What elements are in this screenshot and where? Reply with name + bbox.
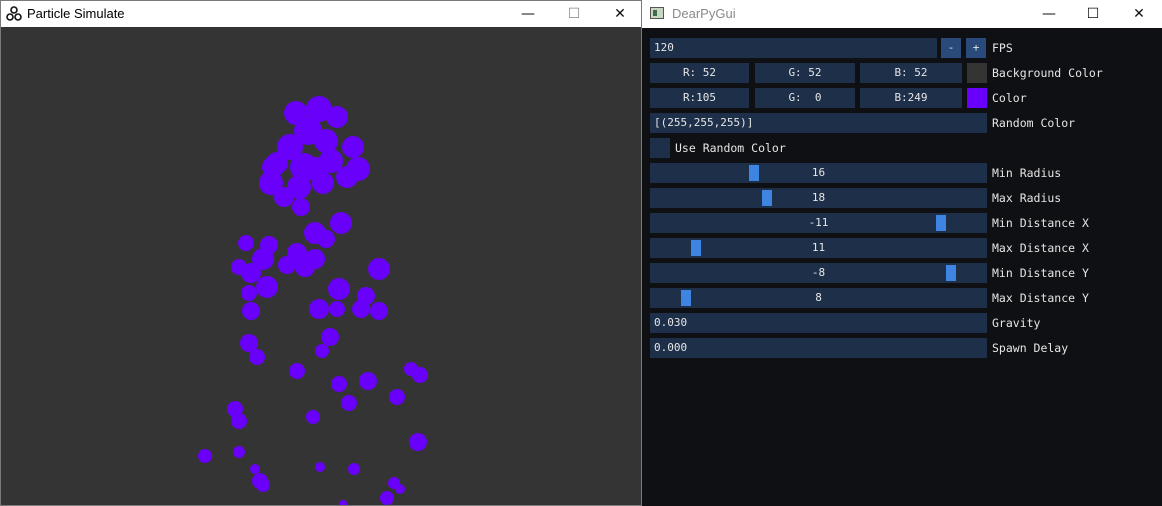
- max-radius-slider-grab[interactable]: [761, 190, 772, 206]
- particle: [409, 433, 427, 451]
- max-distance-y-slider-grab[interactable]: [681, 290, 692, 306]
- particle: [231, 413, 247, 429]
- min-distance-y-slider-grab[interactable]: [945, 265, 956, 281]
- particle: [278, 256, 296, 274]
- random-color-input[interactable]: [(255,255,255)]: [650, 113, 987, 133]
- particle: [412, 367, 428, 383]
- max-distance-x-slider-grab[interactable]: [690, 240, 701, 256]
- particle: [326, 106, 348, 128]
- particle: [317, 230, 335, 248]
- color-swatch[interactable]: [967, 88, 987, 108]
- particle: [256, 276, 278, 298]
- title-bar[interactable]: Particle Simulate — ☐ ✕: [1, 1, 641, 27]
- color-b-input[interactable]: B:249: [860, 88, 962, 108]
- particle: [242, 302, 260, 320]
- particle: [306, 410, 320, 424]
- particle: [368, 258, 390, 280]
- particle: [233, 446, 245, 458]
- particle-simulate-window: Particle Simulate — ☐ ✕: [0, 0, 642, 506]
- particle: [331, 376, 347, 392]
- window-title: Particle Simulate: [27, 6, 125, 21]
- particle: [256, 478, 270, 492]
- min-distance-y-label: Min Distance Y: [992, 266, 1089, 280]
- particle: [295, 257, 315, 277]
- settings-panel: 120 - + FPS R: 52 G: 52 B: 52 Background…: [642, 28, 1162, 506]
- particle: [249, 349, 265, 365]
- particle: [342, 136, 364, 158]
- maximize-button[interactable]: ☐: [551, 1, 597, 27]
- particle: [341, 395, 357, 411]
- max-distance-y-slider[interactable]: 8: [650, 288, 987, 308]
- maximize-button[interactable]: ☐: [1070, 0, 1116, 28]
- minimize-button[interactable]: —: [505, 1, 551, 27]
- particle: [241, 263, 261, 283]
- max-distance-y-label: Max Distance Y: [992, 291, 1089, 305]
- minimize-button[interactable]: —: [1026, 0, 1072, 28]
- particle: [380, 491, 394, 505]
- particle: [309, 299, 329, 319]
- particle: [314, 129, 338, 153]
- particle: [389, 389, 405, 405]
- particle: [274, 187, 294, 207]
- particle-canvas: [1, 27, 641, 505]
- particle: [292, 198, 310, 216]
- use-random-color-label: Use Random Color: [675, 141, 786, 155]
- particle: [250, 464, 260, 474]
- min-distance-x-slider-grab[interactable]: [936, 215, 947, 231]
- particle: [289, 363, 305, 379]
- app-icon: [6, 6, 22, 21]
- particle: [328, 278, 350, 300]
- dearpygui-window: DearPyGui — ☐ ✕ 120 - + FPS R: 52 G: 52 …: [642, 0, 1162, 506]
- background-r-input[interactable]: R: 52: [650, 63, 749, 83]
- close-button[interactable]: ✕: [597, 1, 641, 27]
- gravity-label: Gravity: [992, 316, 1041, 330]
- color-r-input[interactable]: R:105: [650, 88, 749, 108]
- particle: [352, 300, 370, 318]
- background-b-input[interactable]: B: 52: [860, 63, 962, 83]
- max-radius-slider[interactable]: 18: [650, 188, 987, 208]
- particle: [262, 156, 284, 178]
- background-g-input[interactable]: G: 52: [755, 63, 855, 83]
- particle: [359, 372, 377, 390]
- spawn-delay-input[interactable]: 0.000: [650, 338, 987, 358]
- fps-increment-button[interactable]: +: [966, 38, 986, 58]
- fps-input[interactable]: 120: [650, 38, 937, 58]
- min-distance-x-label: Min Distance X: [992, 216, 1089, 230]
- background-color-label: Background Color: [992, 66, 1103, 80]
- color-label: Color: [992, 91, 1027, 105]
- random-color-label: Random Color: [992, 116, 1076, 130]
- color-g-input[interactable]: G: 0: [755, 88, 855, 108]
- background-color-swatch[interactable]: [967, 63, 987, 83]
- particle: [304, 157, 328, 181]
- title-bar[interactable]: DearPyGui — ☐ ✕: [642, 0, 1162, 28]
- fps-label: FPS: [992, 41, 1013, 55]
- spawn-delay-label: Spawn Delay: [992, 341, 1069, 355]
- close-button[interactable]: ✕: [1116, 0, 1162, 28]
- particle: [198, 449, 212, 463]
- particle: [395, 484, 405, 494]
- fps-decrement-button[interactable]: -: [941, 38, 961, 58]
- particle: [238, 235, 254, 251]
- max-radius-label: Max Radius: [992, 191, 1062, 205]
- use-random-color-checkbox[interactable]: [650, 138, 670, 158]
- particle: [321, 328, 339, 346]
- particle: [336, 166, 358, 188]
- dearpygui-app-icon: [650, 7, 664, 19]
- min-radius-slider-grab[interactable]: [748, 165, 759, 181]
- particle: [348, 463, 360, 475]
- particle: [329, 301, 345, 317]
- min-distance-y-slider[interactable]: -8: [650, 263, 987, 283]
- particle: [315, 344, 329, 358]
- particle: [241, 285, 257, 301]
- particle: [370, 302, 388, 320]
- min-radius-slider[interactable]: 16: [650, 163, 987, 183]
- particle: [330, 212, 352, 234]
- gravity-input[interactable]: 0.030: [650, 313, 987, 333]
- window-title: DearPyGui: [672, 6, 736, 21]
- min-radius-label: Min Radius: [992, 166, 1062, 180]
- particle: [315, 462, 325, 472]
- max-distance-x-label: Max Distance X: [992, 241, 1089, 255]
